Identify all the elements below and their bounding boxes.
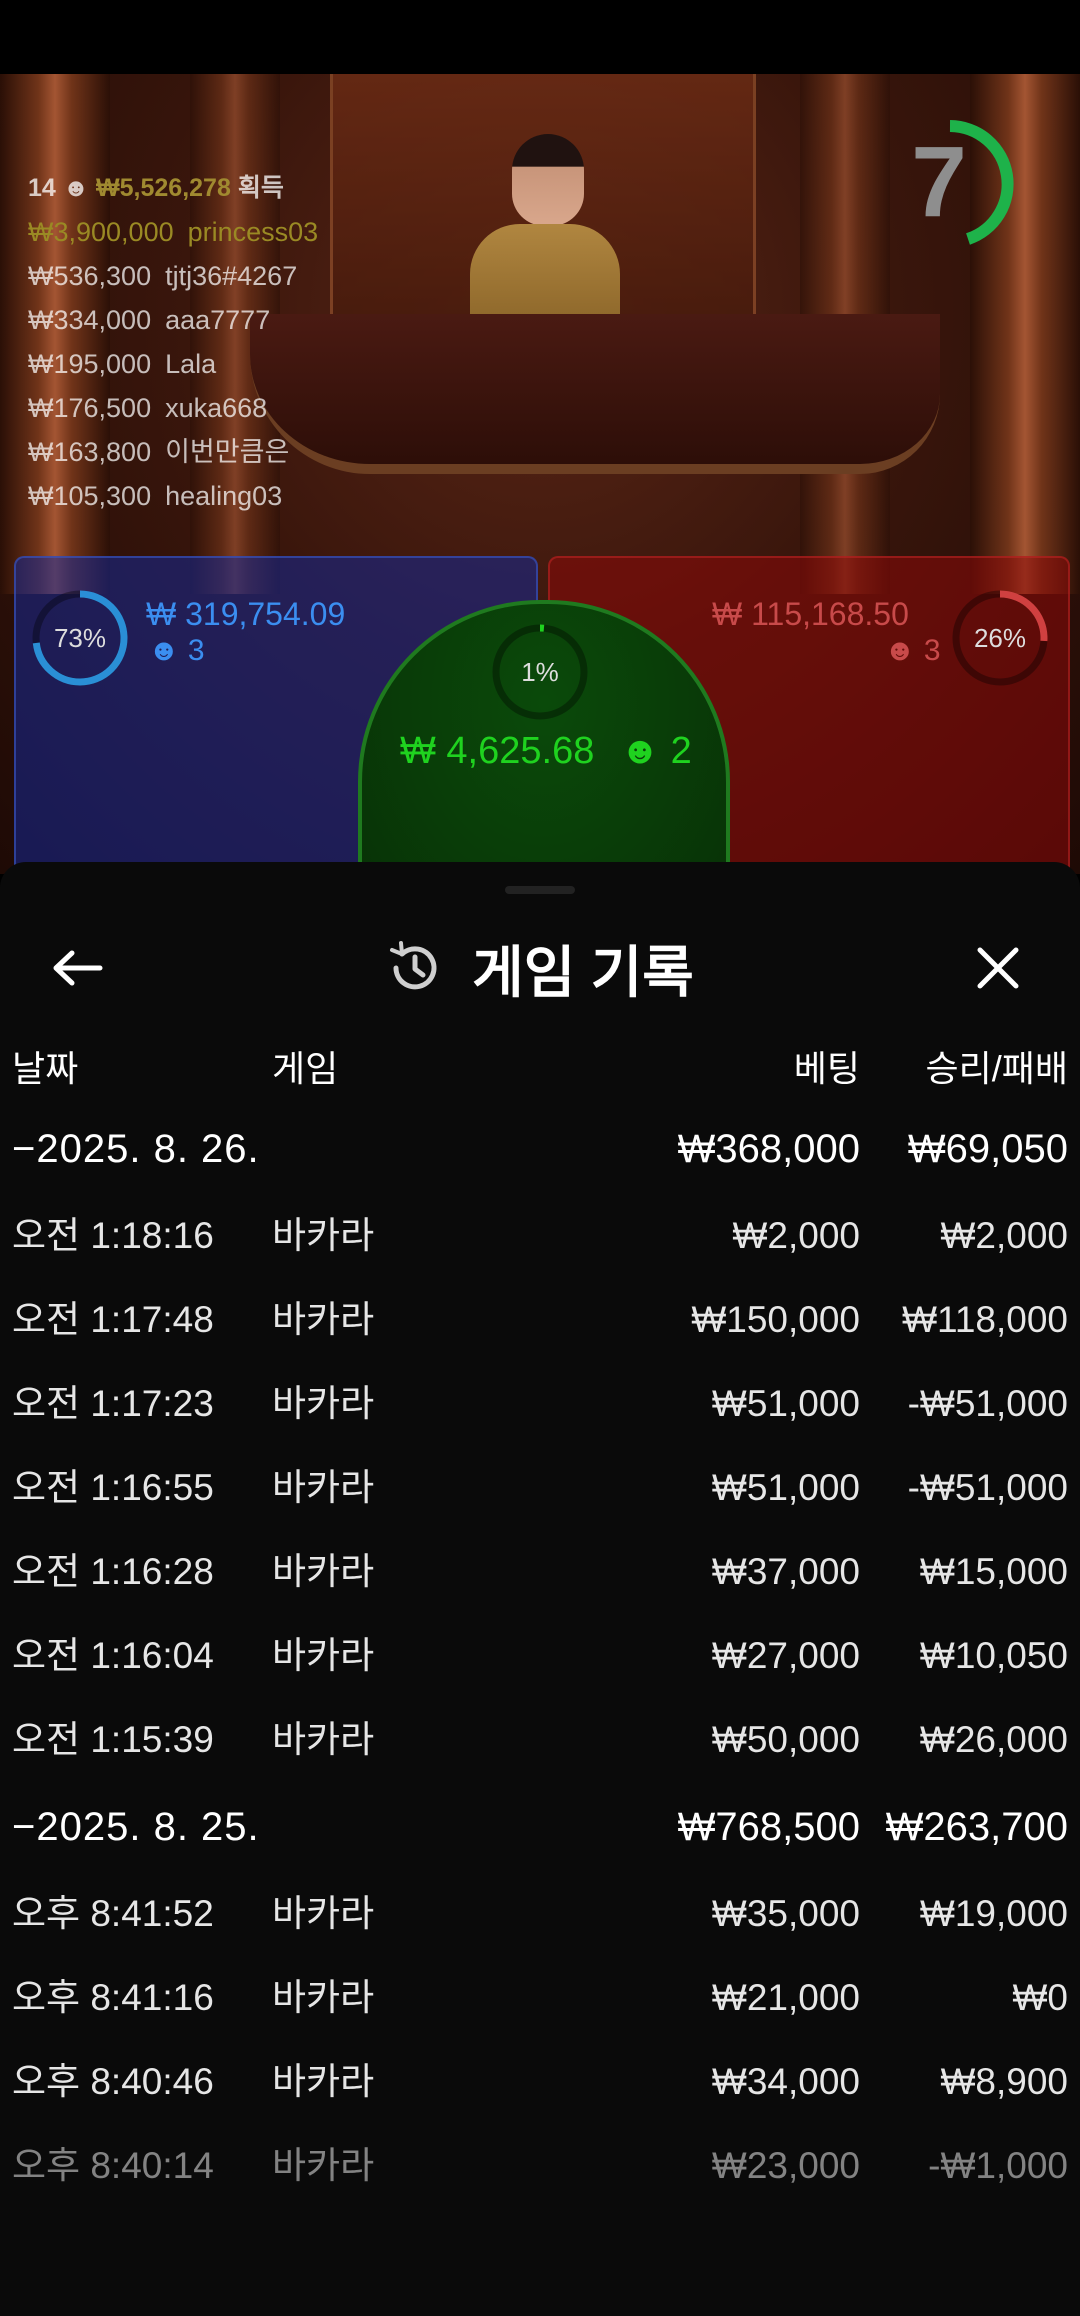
winner-row: ₩195,000 Lala	[28, 349, 217, 379]
countdown-timer: 7	[911, 126, 967, 238]
live-dealer-video: 14 ☻ ₩5,526,278 획득 ₩3,900,000 princess03 …	[0, 74, 1080, 874]
winner-row: ₩334,000 aaa7777	[28, 305, 271, 335]
history-list: −2025. 8. 26. ₩368,000 ₩69,050 오전 1:18:1…	[0, 1104, 1080, 2208]
collapse-dash-icon: −	[12, 1805, 37, 1849]
collapse-dash-icon: −	[12, 1127, 37, 1171]
close-x-icon	[977, 947, 1019, 989]
back-button[interactable]	[38, 928, 118, 1008]
column-bet[interactable]: 베팅	[794, 1040, 860, 1092]
round-count: 14	[28, 174, 56, 202]
page-title: 게임 기록	[472, 940, 694, 1004]
person-icon: ☻	[884, 634, 916, 667]
close-button[interactable]	[958, 928, 1038, 1008]
tie-percent: 1%	[521, 657, 559, 687]
table-row[interactable]: 오전 1:17:48 바카라 ₩150,000 ₩118,000	[0, 1278, 1080, 1362]
table-row[interactable]: 오전 1:16:28 바카라 ₩37,000 ₩15,000	[0, 1530, 1080, 1614]
winner-row: ₩536,300 tjtj36#4267	[28, 261, 298, 291]
sheet-drag-handle[interactable]	[505, 886, 575, 894]
date-group-row[interactable]: −2025. 8. 26. ₩368,000 ₩69,050	[0, 1104, 1080, 1194]
person-icon: ☻	[62, 174, 90, 202]
game-history-sheet: 게임 기록 날짜 게임 베팅 승리/패배 −2025. 8. 26. ₩368,…	[0, 862, 1080, 2316]
table-header: 날짜 게임 베팅 승리/패배	[0, 1040, 1080, 1100]
total-won: ₩5,526,278	[96, 174, 231, 202]
banker-amount: ₩ 115,168.50	[712, 596, 909, 632]
winners-header: 14 ☻ ₩5,526,278 획득	[28, 166, 318, 210]
table-row[interactable]: 오전 1:15:39 바카라 ₩50,000 ₩26,000	[0, 1698, 1080, 1782]
banker-people: ☻ 3	[884, 634, 941, 667]
table-row[interactable]: 오전 1:17:23 바카라 ₩51,000 -₩51,000	[0, 1362, 1080, 1446]
tie-amount: ₩ 4,625.68	[400, 730, 595, 772]
status-bar	[0, 0, 1080, 74]
person-icon: ☻	[148, 634, 180, 667]
scroll-fade	[0, 2176, 1080, 2316]
winner-row: ₩3,900,000 princess03	[28, 217, 319, 247]
sheet-header: 게임 기록	[0, 902, 1080, 1022]
table-row[interactable]: 오전 1:16:04 바카라 ₩27,000 ₩10,050	[0, 1614, 1080, 1698]
winner-row: ₩176,500 xuka668	[28, 393, 268, 423]
column-result[interactable]: 승리/패배	[926, 1040, 1068, 1092]
arrow-left-icon	[53, 950, 103, 986]
tie-people: ☻ 2	[620, 730, 692, 772]
total-won-suffix: 획득	[237, 174, 284, 202]
table-row[interactable]: 오후 8:41:16 바카라 ₩21,000 ₩0	[0, 1956, 1080, 2040]
player-percent: 73%	[53, 623, 107, 653]
column-game[interactable]: 게임	[272, 1040, 338, 1092]
date-group-row[interactable]: −2025. 8. 25. ₩768,500 ₩263,700	[0, 1782, 1080, 1872]
table-row[interactable]: 오전 1:18:16 바카라 ₩2,000 ₩2,000	[0, 1194, 1080, 1278]
player-amount: ₩ 319,754.09	[146, 596, 346, 632]
winners-list: 14 ☻ ₩5,526,278 획득 ₩3,900,000 princess03 …	[28, 166, 318, 518]
history-clock-icon	[390, 941, 437, 990]
table-row[interactable]: 오전 1:16:55 바카라 ₩51,000 -₩51,000	[0, 1446, 1080, 1530]
table-row[interactable]: 오후 8:40:46 바카라 ₩34,000 ₩8,900	[0, 2040, 1080, 2124]
column-date[interactable]: 날짜	[12, 1040, 78, 1092]
sheet-title-group: 게임 기록	[0, 928, 1080, 1008]
player-people: ☻ 3	[148, 634, 205, 667]
dealer	[512, 134, 584, 226]
winner-row: ₩163,800 이번만큼은	[28, 437, 290, 467]
baccarat-table	[250, 314, 940, 474]
person-icon: ☻	[620, 730, 660, 772]
table-row[interactable]: 오후 8:41:52 바카라 ₩35,000 ₩19,000	[0, 1872, 1080, 1956]
winner-row: ₩105,300 healing03	[28, 481, 283, 511]
banker-percent: 26%	[973, 623, 1027, 653]
